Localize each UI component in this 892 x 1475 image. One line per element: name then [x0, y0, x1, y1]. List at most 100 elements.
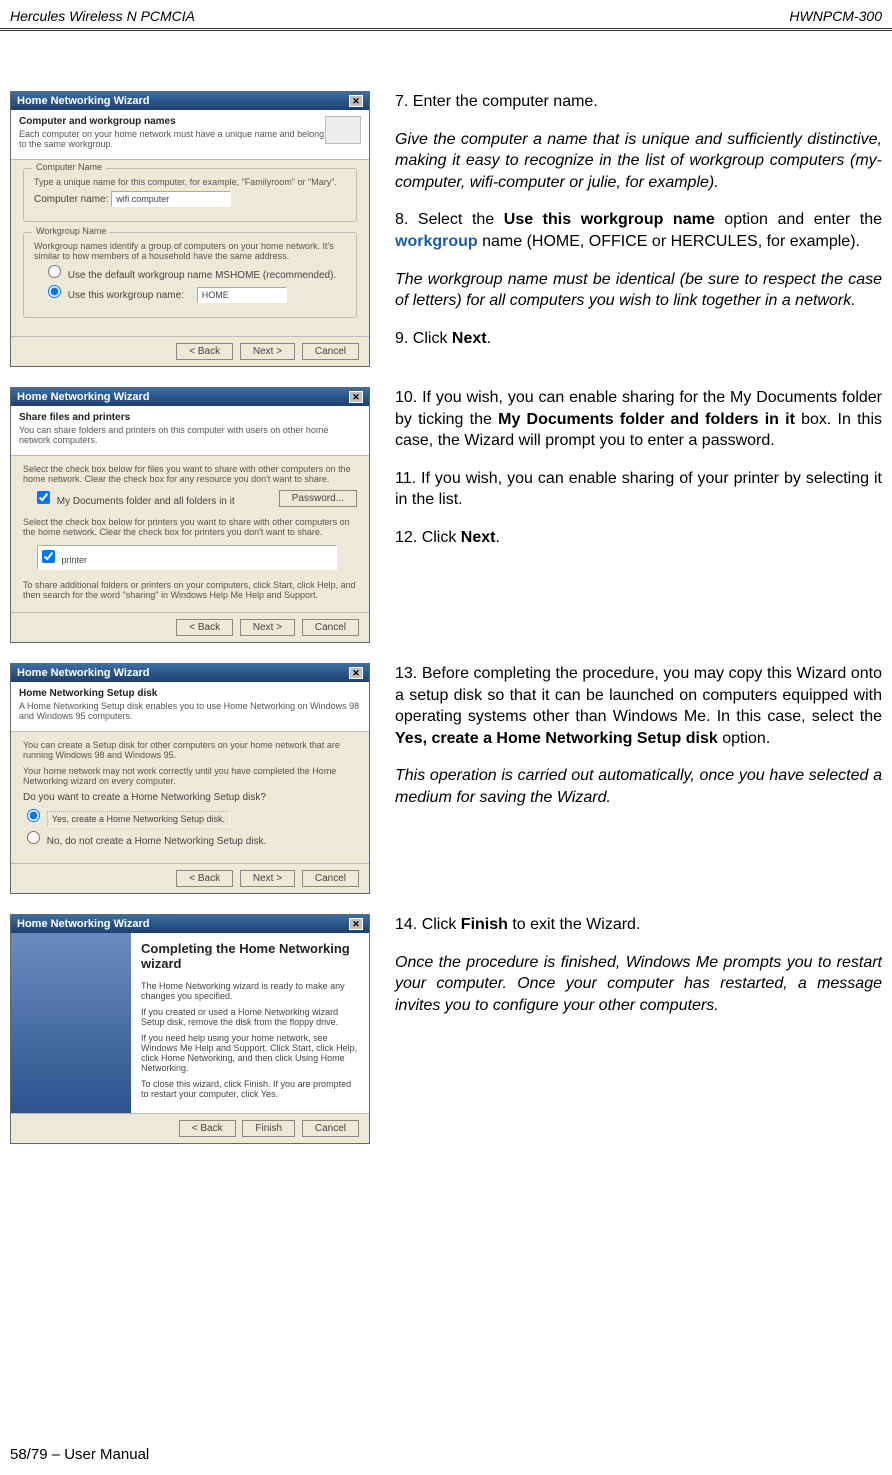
s8e: name (HOME, OFFICE or HERCULES, for exam… [478, 233, 860, 250]
wiz3-subheading: A Home Networking Setup disk enables you… [19, 701, 361, 721]
wiz3-heading: Home Networking Setup disk [19, 688, 361, 699]
wiz1-subheading: Each computer on your home network must … [19, 129, 325, 149]
next-button[interactable]: Next > [240, 619, 295, 636]
title-text-2: Home Networking Wizard [17, 391, 150, 403]
s9c: . [487, 330, 491, 347]
step-12: 12. Click Next. [395, 527, 882, 549]
wizard-header-1: Computer and workgroup names Each comput… [11, 110, 369, 160]
wiz1-heading: Computer and workgroup names [19, 116, 325, 127]
workgroup-name-group: Workgroup Name Workgroup names identify … [23, 232, 357, 318]
s13c: option. [718, 730, 770, 747]
wiz4-p4: To close this wizard, click Finish. If y… [141, 1079, 359, 1099]
close-icon[interactable]: ✕ [349, 391, 363, 403]
computer-name-label: Computer name: [34, 194, 108, 205]
share-docs-label: My Documents folder and all folders in i… [57, 496, 235, 507]
share-printer-label: printer [62, 555, 88, 565]
next-button[interactable]: Next > [240, 870, 295, 887]
s13b: Yes, create a Home Networking Setup disk [395, 730, 718, 747]
computer-name-group: Computer Name Type a unique name for thi… [23, 168, 357, 222]
wiz2-p3: To share additional folders or printers … [23, 580, 357, 600]
cancel-button[interactable]: Cancel [302, 1120, 359, 1137]
titlebar-1: Home Networking Wizard ✕ [11, 92, 369, 110]
password-button[interactable]: Password... [279, 490, 357, 507]
next-button[interactable]: Next > [240, 343, 295, 360]
grp1-desc: Type a unique name for this computer, fo… [34, 177, 346, 187]
wiz4-p2: If you created or used a Home Networking… [141, 1007, 359, 1027]
finish-button[interactable]: Finish [242, 1120, 295, 1137]
step-9: 9. Click Next. [395, 328, 882, 350]
radio-no-disk[interactable] [27, 831, 40, 844]
s8a: 8. Select the [395, 211, 504, 228]
step-10: 10. If you wish, you can enable sharing … [395, 387, 882, 452]
radio-default-wg[interactable] [48, 265, 61, 278]
wiz4-p1: The Home Networking wizard is ready to m… [141, 981, 359, 1001]
back-button[interactable]: < Back [176, 619, 233, 636]
s8b: Use this workgroup name [504, 211, 715, 228]
text-block-4: 14. Click Finish to exit the Wizard. Onc… [395, 914, 882, 1144]
button-row-4: < Back Finish Cancel [11, 1113, 369, 1143]
step-8-note: The workgroup name must be identical (be… [395, 269, 882, 312]
wiz3-p1: You can create a Setup disk for other co… [23, 740, 357, 760]
computer-name-input[interactable]: wifi computer [111, 191, 231, 207]
wizard-4: Home Networking Wizard ✕ Completing the … [10, 914, 370, 1144]
main-content: Home Networking Wizard ✕ Computer and wo… [0, 31, 892, 1144]
wizard-1: Home Networking Wizard ✕ Computer and wo… [10, 91, 370, 367]
wiz2-p1: Select the check box below for files you… [23, 464, 357, 484]
text-block-2: 10. If you wish, you can enable sharing … [395, 387, 882, 643]
button-row-3: < Back Next > Cancel [11, 863, 369, 893]
s12c: . [495, 529, 499, 546]
text-block-1: 7. Enter the computer name. Give the com… [395, 91, 882, 367]
share-docs-checkbox[interactable] [37, 491, 50, 504]
title-text-3: Home Networking Wizard [17, 667, 150, 679]
radio-create-disk[interactable] [27, 809, 40, 822]
step-13-note: This operation is carried out automatica… [395, 765, 882, 808]
back-button[interactable]: < Back [176, 870, 233, 887]
wizard-header-3: Home Networking Setup disk A Home Networ… [11, 682, 369, 732]
wiz2-subheading: You can share folders and printers on th… [19, 425, 361, 445]
close-icon[interactable]: ✕ [349, 667, 363, 679]
s14b: Finish [461, 916, 508, 933]
radio-no-disk-label: No, do not create a Home Networking Setu… [47, 836, 267, 847]
row-4: Home Networking Wizard ✕ Completing the … [10, 914, 882, 1144]
step-7: 7. Enter the computer name. [395, 91, 882, 113]
wiz3-p2: Your home network may not work correctly… [23, 766, 357, 786]
radio1-label: Use the default workgroup name MSHOME (r… [68, 270, 336, 281]
titlebar-4: Home Networking Wizard ✕ [11, 915, 369, 933]
workgroup-link[interactable]: workgroup [395, 233, 478, 250]
s9a: 9. Click [395, 330, 452, 347]
wiz3-q: Do you want to create a Home Networking … [23, 792, 357, 803]
s12b: Next [461, 529, 496, 546]
wiz2-heading: Share files and printers [19, 412, 361, 423]
cancel-button[interactable]: Cancel [302, 619, 359, 636]
cancel-button[interactable]: Cancel [302, 343, 359, 360]
row-3: Home Networking Wizard ✕ Home Networking… [10, 663, 882, 894]
wiz4-p3: If you need help using your home network… [141, 1033, 359, 1073]
title-text-4: Home Networking Wizard [17, 918, 150, 930]
page-footer: 58/79 – User Manual [10, 1446, 149, 1463]
s13a: 13. Before completing the procedure, you… [395, 665, 882, 725]
back-button[interactable]: < Back [179, 1120, 236, 1137]
s10b: My Documents folder and folders in it [498, 411, 795, 428]
radio-use-wg[interactable] [48, 285, 61, 298]
share-printer-checkbox[interactable] [42, 550, 55, 563]
s9b: Next [452, 330, 487, 347]
step-14: 14. Click Finish to exit the Wizard. [395, 914, 882, 936]
s14a: 14. Click [395, 916, 461, 933]
s12a: 12. Click [395, 529, 461, 546]
s8c: option and enter the [715, 211, 882, 228]
workgroup-input[interactable]: HOME [197, 287, 287, 303]
cancel-button[interactable]: Cancel [302, 870, 359, 887]
s14c: to exit the Wizard. [508, 916, 641, 933]
step-13: 13. Before completing the procedure, you… [395, 663, 882, 749]
close-icon[interactable]: ✕ [349, 918, 363, 930]
network-icon [325, 116, 361, 144]
radio2-label: Use this workgroup name: [68, 290, 184, 301]
step-11: 11. If you wish, you can enable sharing … [395, 468, 882, 511]
close-icon[interactable]: ✕ [349, 95, 363, 107]
back-button[interactable]: < Back [176, 343, 233, 360]
title-text: Home Networking Wizard [17, 95, 150, 107]
wiz4-title: Completing the Home Networking wizard [141, 941, 359, 971]
step-14-note: Once the procedure is finished, Windows … [395, 952, 882, 1017]
wizard-side-panel [11, 933, 131, 1113]
wizard-3: Home Networking Wizard ✕ Home Networking… [10, 663, 370, 894]
